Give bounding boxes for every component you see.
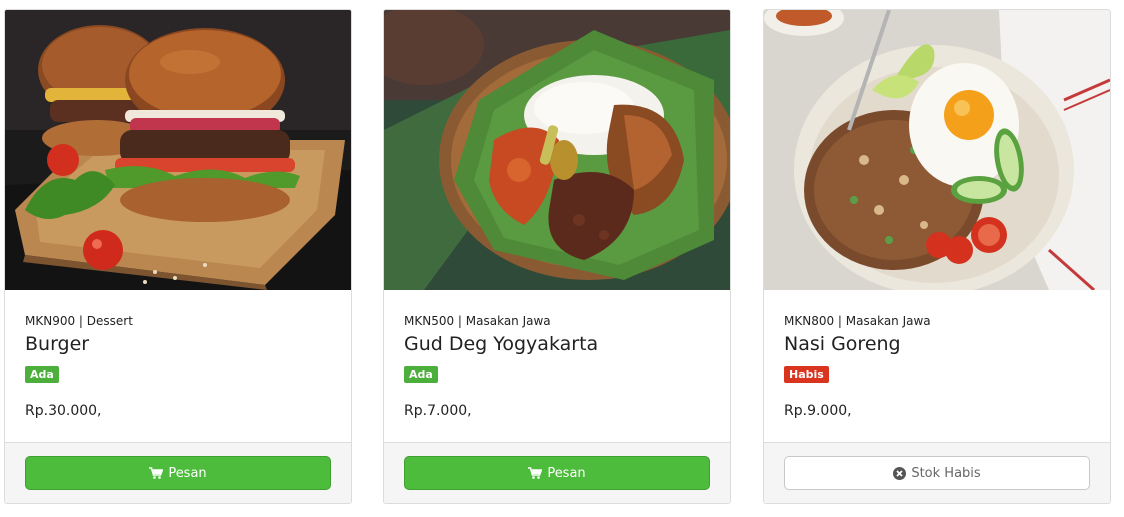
item-name: Nasi Goreng bbox=[784, 333, 901, 355]
item-name: Gud Deg Yogyakarta bbox=[404, 333, 599, 355]
gudeg-photo bbox=[384, 10, 730, 290]
card-body: MKN900 | Dessert Burger Ada Rp.30.000, bbox=[25, 313, 339, 420]
times-circle-icon bbox=[893, 466, 907, 480]
order-button[interactable]: Pesan bbox=[404, 456, 710, 490]
menu-grid: MKN900 | Dessert Burger Ada Rp.30.000, P… bbox=[0, 0, 1124, 517]
card-footer: Pesan bbox=[384, 442, 730, 503]
order-button-label: Pesan bbox=[547, 465, 586, 481]
sold-out-button-label: Stok Habis bbox=[911, 465, 981, 481]
order-button-label: Pesan bbox=[168, 465, 207, 481]
item-price: Rp.30.000, bbox=[25, 403, 102, 419]
item-price: Rp.9.000, bbox=[784, 403, 852, 419]
card-body: MKN800 | Masakan Jawa Nasi Goreng Habis … bbox=[784, 313, 1098, 420]
order-button[interactable]: Pesan bbox=[25, 456, 331, 490]
cart-icon bbox=[149, 467, 164, 479]
item-meta: MKN500 | Masakan Jawa bbox=[404, 314, 551, 328]
item-name: Burger bbox=[25, 333, 90, 355]
menu-card: MKN800 | Masakan Jawa Nasi Goreng Habis … bbox=[763, 9, 1111, 504]
item-meta: MKN900 | Dessert bbox=[25, 314, 133, 328]
status-badge: Ada bbox=[404, 366, 438, 383]
nasi-goreng-photo bbox=[764, 10, 1110, 290]
card-body: MKN500 | Masakan Jawa Gud Deg Yogyakarta… bbox=[404, 313, 718, 420]
cart-icon bbox=[528, 467, 543, 479]
status-badge: Habis bbox=[784, 366, 829, 383]
menu-card: MKN900 | Dessert Burger Ada Rp.30.000, P… bbox=[4, 9, 352, 504]
menu-card: MKN500 | Masakan Jawa Gud Deg Yogyakarta… bbox=[383, 9, 731, 504]
status-badge: Ada bbox=[25, 366, 59, 383]
item-price: Rp.7.000, bbox=[404, 403, 472, 419]
card-footer: Stok Habis bbox=[764, 442, 1110, 503]
item-meta: MKN800 | Masakan Jawa bbox=[784, 314, 931, 328]
card-footer: Pesan bbox=[5, 442, 351, 503]
sold-out-button[interactable]: Stok Habis bbox=[784, 456, 1090, 490]
burger-photo bbox=[5, 10, 351, 290]
